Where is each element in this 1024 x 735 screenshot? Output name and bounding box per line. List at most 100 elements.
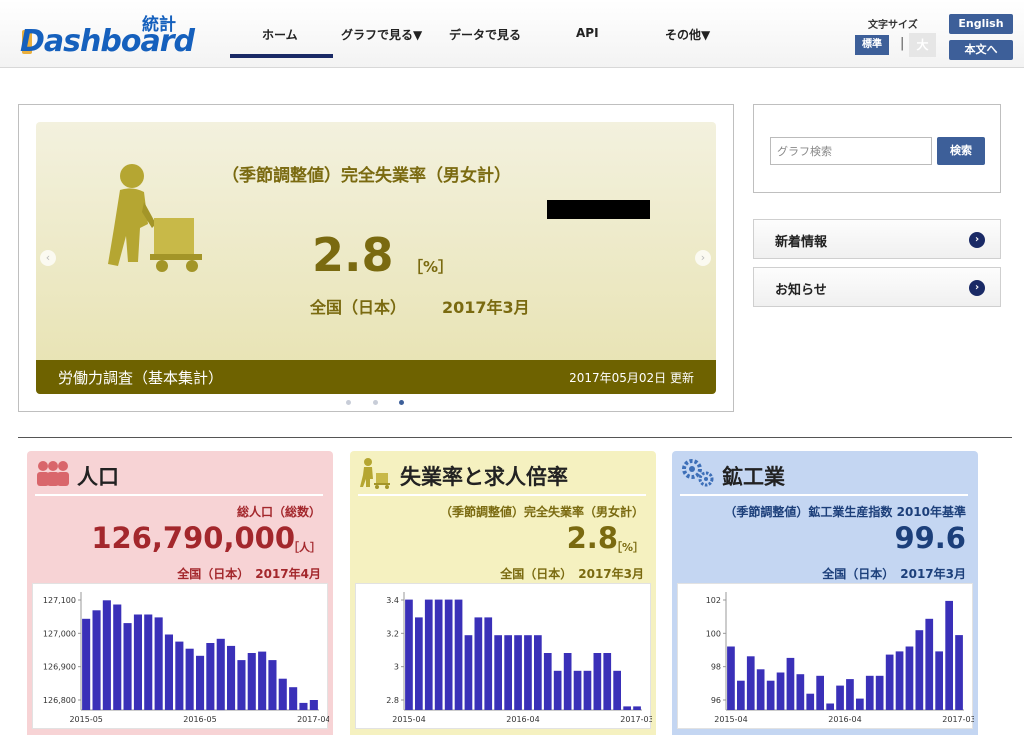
chart-bar: [746, 656, 755, 710]
x-tick-label: 2017-04: [297, 715, 329, 724]
dashboard-logo[interactable]: Dashboard 統計: [20, 10, 195, 59]
x-tick-label: 2016-04: [828, 715, 861, 724]
english-button[interactable]: English: [949, 14, 1013, 34]
card-subtitle: （季節調整値）完全失業率（男女計）: [439, 505, 644, 519]
slide-area: 全国（日本）: [310, 298, 407, 317]
nav-other[interactable]: その他▼: [665, 26, 710, 43]
arrow-right-icon: ›: [969, 232, 985, 248]
chart-bar: [875, 675, 884, 710]
chart-bar: [603, 653, 612, 710]
card-unit: ［%］: [610, 541, 644, 554]
unemployment-chart[interactable]: 3.4 3.2 3 2.8 2015-04 2016-04 2017-03: [355, 583, 652, 729]
chart-bar: [563, 653, 572, 710]
chart-bar: [144, 614, 153, 710]
carousel-slide[interactable]: （季節調整値）完全失業率（男女計） 2.8 ［%］ 全国（日本） 2017年3月…: [36, 122, 716, 394]
x-tick-label: 2015-05: [69, 715, 102, 724]
chart-bar: [92, 610, 101, 711]
card-title: 失業率と求人倍率: [400, 465, 568, 489]
notices-link[interactable]: お知らせ ›: [753, 267, 1001, 307]
chevron-right-icon[interactable]: ›: [695, 250, 711, 266]
nav-api[interactable]: API: [576, 26, 599, 40]
updated-date: 2017年05月02日 更新: [569, 371, 694, 385]
population-chart[interactable]: 127,100 127,000 126,900 126,800 2015-05 2016-…: [32, 583, 329, 729]
arrow-right-icon: ›: [969, 280, 985, 296]
redacted-block: [547, 200, 650, 219]
chart-bar: [289, 687, 298, 710]
chart-bar: [454, 599, 463, 710]
card-value: 99.6: [894, 521, 966, 555]
chart-bar: [154, 617, 163, 710]
mining-industry-chart[interactable]: 102 100 98 96 2015-04 2016-04 2017-03: [677, 583, 974, 729]
chart-bar: [444, 599, 453, 710]
mining-industry-card[interactable]: 鉱工業 （季節調整値）鉱工業生産指数 2010年基準 99.6 全国（日本） 2…: [672, 451, 978, 735]
survey-name: 労働力調査（基本集計）: [58, 369, 224, 387]
search-button[interactable]: 検索: [937, 137, 985, 165]
card-subtitle: 総人口（総数）: [236, 505, 321, 519]
chart-bar: [865, 675, 874, 710]
y-tick-label: 126,900: [43, 663, 76, 672]
chart-bar: [258, 651, 267, 710]
chart-bar: [424, 599, 433, 710]
chart-bar: [613, 670, 621, 710]
chart-bar: [309, 700, 318, 710]
population-chart-svg: 127,100 127,000 126,900 126,800 2015-05 2016-…: [43, 592, 329, 724]
chart-bar: [524, 635, 532, 710]
chevron-left-icon[interactable]: ‹: [40, 250, 56, 266]
nav-home[interactable]: ホーム: [262, 26, 298, 43]
carousel-dot-active[interactable]: [399, 400, 404, 405]
carousel-dot[interactable]: [373, 400, 378, 405]
site-header: Dashboard 統計 ホーム グラフで見る▼ データで見る API その他▼…: [0, 0, 1024, 68]
nav-graphs[interactable]: グラフで見る▼: [341, 26, 422, 43]
news-link[interactable]: 新着情報 ›: [753, 219, 1001, 259]
card-title: 鉱工業: [722, 465, 785, 489]
gears-icon: [682, 459, 714, 487]
worker-cart-icon: [360, 458, 390, 489]
chart-bar: [216, 638, 225, 711]
chart-bar: [534, 635, 542, 710]
nav-data[interactable]: データで見る: [449, 26, 521, 43]
chart-bar: [175, 641, 184, 710]
y-tick-label: 127,000: [43, 629, 76, 638]
unemployment-card[interactable]: 失業率と求人倍率 （季節調整値）完全失業率（男女計） 2.8 ［%］ 全国（日本…: [350, 451, 656, 735]
chart-bar: [826, 703, 834, 710]
chart-bar: [464, 635, 473, 710]
card-area-date: 全国（日本） 2017年3月: [500, 567, 644, 581]
font-standard-button[interactable]: 標準: [855, 35, 889, 55]
x-tick-label: 2016-04: [506, 715, 539, 724]
y-tick-label: 102: [706, 596, 721, 605]
worker-cart-icon: [108, 164, 202, 272]
chart-bar: [82, 618, 91, 710]
chart-bar: [102, 600, 111, 710]
y-tick-label: 3.4: [386, 596, 399, 605]
chart-bar: [623, 706, 631, 710]
graph-search-input[interactable]: [770, 137, 932, 165]
card-value: 126,790,000: [91, 521, 295, 555]
chart-bar: [504, 635, 512, 710]
nav-active-indicator: [230, 54, 333, 58]
x-tick-label: 2017-03: [620, 715, 652, 724]
chart-bar: [766, 680, 775, 710]
card-unit: ［人］: [288, 541, 321, 554]
chart-bar: [494, 635, 502, 710]
chart-bar: [123, 623, 132, 710]
slide-value: 2.8: [312, 228, 394, 282]
chart-bar: [945, 600, 953, 710]
chart-bar: [786, 657, 795, 710]
chart-bar: [633, 706, 641, 710]
font-large-button[interactable]: 大: [909, 33, 936, 57]
carousel-dot[interactable]: [346, 400, 351, 405]
chart-bar: [227, 645, 236, 710]
card-rule: [358, 494, 646, 496]
card-subtitle: （季節調整値）鉱工業生産指数 2010年基準: [724, 505, 966, 519]
chart-bar: [196, 655, 205, 710]
chart-bar: [113, 604, 122, 710]
chart-bar: [405, 599, 413, 710]
card-rule: [35, 494, 323, 496]
skip-to-content-button[interactable]: 本文へ: [949, 40, 1013, 60]
population-card[interactable]: 人口 総人口（総数） 126,790,000 ［人］ 全国（日本） 2017年4…: [27, 451, 333, 735]
slide-date: 2017年3月: [442, 298, 530, 317]
chart-bar: [299, 702, 308, 710]
chart-bar: [846, 679, 854, 710]
chart-bar: [133, 614, 142, 710]
chart-bar: [583, 670, 592, 710]
